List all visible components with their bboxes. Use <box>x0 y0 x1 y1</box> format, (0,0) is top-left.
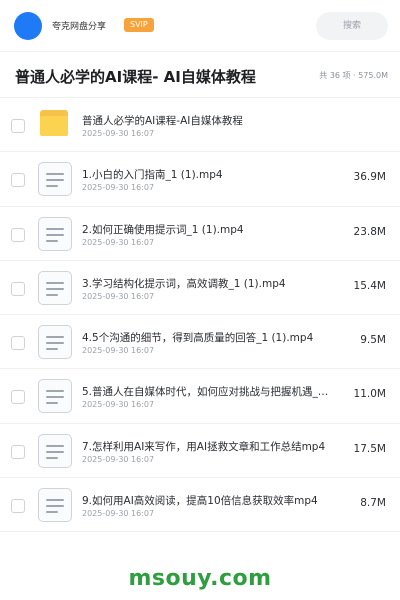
list-item[interactable]: 9.如何用AI高效阅读，提高10倍信息获取效率mp4 2025-09-30 16… <box>0 478 400 533</box>
select-checkbox[interactable] <box>11 281 25 296</box>
select-checkbox[interactable] <box>11 336 25 351</box>
select-checkbox[interactable] <box>11 119 25 133</box>
file-icon <box>38 379 72 414</box>
select-checkbox[interactable] <box>11 227 25 242</box>
page: 夸克网盘分享 SVIP 搜索 普通人必学的AI课程- AI自媒体教程 共 36 … <box>0 0 400 600</box>
file-name: 9.如何用AI高效阅读，提高10倍信息获取效率mp4 <box>82 495 318 508</box>
folder-summary: 共 36 项 · 575.0M <box>319 71 388 80</box>
file-size: 15.4M <box>353 279 386 292</box>
file-size: 23.8M <box>353 225 386 238</box>
file-list: 普通人必学的AI课程-AI自媒体教程 2025-09-30 16:07 1.小白… <box>0 98 400 533</box>
list-item[interactable]: 1.小白的入门指南_1 (1).mp4 2025-09-30 16:07 36.… <box>0 152 400 207</box>
watermark: msouy.com <box>128 566 272 591</box>
file-icon <box>38 216 72 251</box>
file-icon <box>38 162 72 197</box>
file-icon <box>38 270 72 305</box>
file-size: 36.9M <box>353 171 386 184</box>
file-icon <box>38 433 72 468</box>
vip-badge: SVIP <box>124 18 154 32</box>
list-item[interactable]: 2.如何正确使用提示词_1 (1).mp4 2025-09-30 16:07 2… <box>0 207 400 261</box>
list-item[interactable]: 5.普通人在自媒体时代，如何应对挑战与把握机遇_1 (1).mp4 2025-0… <box>0 369 400 424</box>
file-date: 2025-09-30 16:07 <box>82 237 155 247</box>
select-checkbox[interactable] <box>11 173 25 188</box>
file-date: 2025-09-30 16:07 <box>82 346 155 356</box>
list-item[interactable]: 3.学习结构化提示词，高效调教_1 (1).mp4 2025-09-30 16:… <box>0 261 400 316</box>
file-icon <box>38 488 72 523</box>
list-item[interactable]: 普通人必学的AI课程-AI自媒体教程 2025-09-30 16:07 <box>0 98 400 153</box>
file-date: 2025-09-30 16:07 <box>82 509 155 519</box>
select-checkbox[interactable] <box>11 390 25 405</box>
folder-icon <box>38 108 72 142</box>
file-size: 8.7M <box>360 497 386 510</box>
file-date: 2025-09-30 16:07 <box>82 454 155 464</box>
file-date: 2025-09-30 16:07 <box>82 400 155 410</box>
file-name: 1.小白的入门指南_1 (1).mp4 <box>82 169 223 182</box>
top-bar: 夸克网盘分享 SVIP 搜索 <box>0 0 400 52</box>
file-name: 2.如何正确使用提示词_1 (1).mp4 <box>82 223 244 236</box>
file-name: 3.学习结构化提示词，高效调教_1 (1).mp4 <box>82 277 286 290</box>
list-item[interactable]: 7.怎样利用AI来写作，用AI拯救文章和工作总结mp4 2025-09-30 1… <box>0 424 400 479</box>
file-icon <box>38 325 72 360</box>
file-size: 11.0M <box>353 388 386 401</box>
page-title: 普通人必学的AI课程- AI自媒体教程 <box>15 68 256 86</box>
folder-header: 普通人必学的AI课程- AI自媒体教程 共 36 项 · 575.0M <box>0 52 400 98</box>
select-checkbox[interactable] <box>11 499 25 514</box>
file-size: 9.5M <box>360 334 386 347</box>
username: 夸克网盘分享 <box>52 22 107 32</box>
file-name: 普通人必学的AI课程-AI自媒体教程 <box>82 115 243 127</box>
file-date: 2025-09-30 16:07 <box>82 129 155 138</box>
list-item[interactable]: 4.5个沟通的细节，得到高质量的回答_1 (1).mp4 2025-09-30 … <box>0 315 400 370</box>
file-size: 17.5M <box>353 442 386 455</box>
select-checkbox[interactable] <box>11 444 25 459</box>
file-date: 2025-09-30 16:07 <box>82 183 155 193</box>
file-date: 2025-09-30 16:07 <box>82 291 155 301</box>
file-name: 5.普通人在自媒体时代，如何应对挑战与把握机遇_1 (1).mp4 <box>82 386 334 399</box>
avatar[interactable] <box>14 12 42 40</box>
search-input[interactable]: 搜索 <box>316 12 388 40</box>
file-name: 7.怎样利用AI来写作，用AI拯救文章和工作总结mp4 <box>82 440 326 453</box>
file-name: 4.5个沟通的细节，得到高质量的回答_1 (1).mp4 <box>82 332 314 345</box>
